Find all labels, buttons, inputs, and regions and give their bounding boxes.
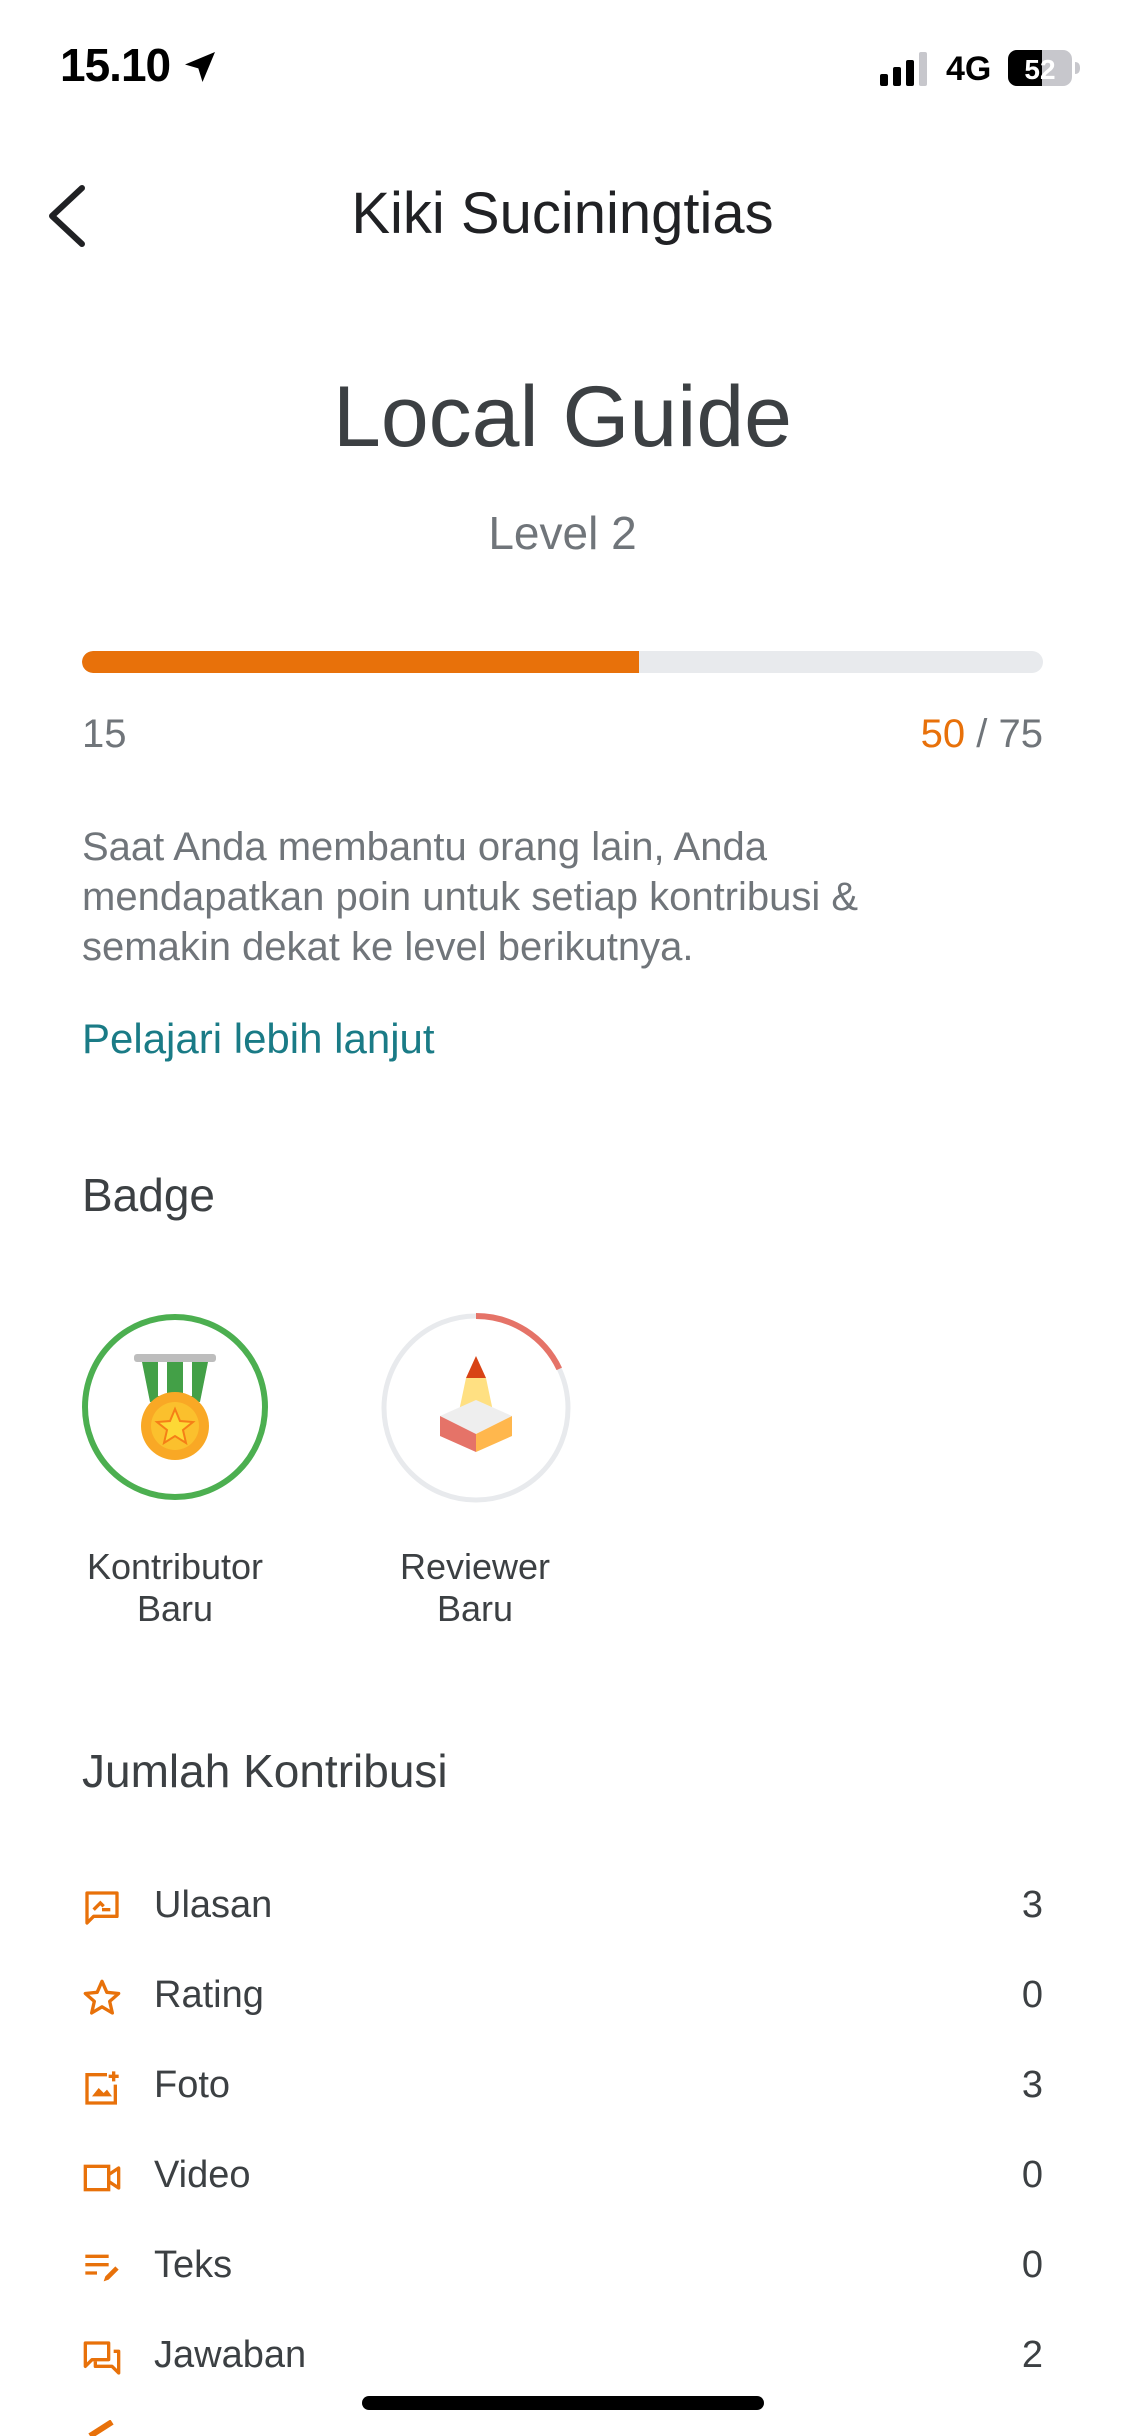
- badge-new-contributor[interactable]: Kontributor Baru: [42, 1314, 308, 1634]
- medal-icon: [134, 1354, 216, 1460]
- level-label: Level 2: [488, 507, 637, 559]
- contribution-count: 0: [1021, 2154, 1043, 2196]
- contribution-count: 0: [1021, 2244, 1043, 2286]
- level-description: Saat Anda membantu orang lain, Anda mend…: [82, 825, 859, 969]
- contribution-count: 0: [1021, 1974, 1043, 2016]
- answer-icon: [83, 2341, 121, 2375]
- contribution-row-rating[interactable]: Rating 0: [82, 1956, 1043, 2046]
- local-guide-title: Local Guide: [333, 369, 792, 465]
- contribution-label: Teks: [154, 2244, 233, 2286]
- contribution-row-jawaban[interactable]: Jawaban 2: [82, 2316, 1043, 2406]
- contribution-row-video[interactable]: Video 0: [82, 2136, 1043, 2226]
- current-points: 50: [920, 712, 966, 756]
- progress-points: 50 / 75: [921, 712, 1043, 757]
- points-separator: /: [965, 712, 999, 756]
- photo-icon: [85, 2071, 119, 2105]
- battery-level: 52: [1024, 54, 1055, 85]
- contribution-label: Video: [154, 2154, 251, 2196]
- progress-start-points: 15: [82, 712, 127, 756]
- badge-label: Kontributor Baru: [86, 1546, 264, 1629]
- page-title: Kiki Suciningtias: [351, 181, 774, 246]
- goal-points: 75: [998, 712, 1044, 756]
- battery-icon: 52: [1008, 50, 1080, 86]
- contribution-row-ulasan[interactable]: Ulasan 3: [82, 1866, 1043, 1956]
- badge-label: Reviewer Baru: [399, 1546, 551, 1629]
- review-icon: [85, 1891, 119, 1925]
- network-type: 4G: [946, 50, 992, 88]
- partial-next-icon: [88, 2420, 114, 2436]
- badges-heading: Badge: [82, 1169, 216, 1221]
- progress-bar-fill: [82, 651, 640, 673]
- cone-icon: [440, 1356, 512, 1452]
- contributions-heading: Jumlah Kontribusi: [82, 1745, 448, 1797]
- star-icon: [83, 1979, 121, 2015]
- location-arrow-icon: [185, 52, 215, 82]
- contribution-label: Jawaban: [154, 2334, 307, 2376]
- contribution-row-foto[interactable]: Foto 3: [82, 2046, 1043, 2136]
- learn-more-link[interactable]: Pelajari lebih lanjut: [82, 1015, 435, 1063]
- text-edit-icon: [85, 2254, 119, 2282]
- home-indicator[interactable]: [362, 2396, 764, 2410]
- contribution-label: Rating: [154, 1974, 264, 2016]
- video-icon: [83, 2164, 121, 2192]
- contribution-label: Foto: [154, 2064, 231, 2106]
- signal-icon: [880, 52, 927, 86]
- contribution-label: Ulasan: [154, 1884, 273, 1926]
- contribution-count: 3: [1021, 2064, 1043, 2106]
- contribution-count: 3: [1021, 1884, 1043, 1926]
- badge-new-reviewer[interactable]: Reviewer Baru: [342, 1313, 608, 1634]
- status-time: 15.10: [60, 39, 171, 91]
- progress-bar: [82, 651, 1043, 673]
- contribution-count: 2: [1021, 2334, 1043, 2376]
- contribution-row-teks[interactable]: Teks 0: [82, 2226, 1043, 2316]
